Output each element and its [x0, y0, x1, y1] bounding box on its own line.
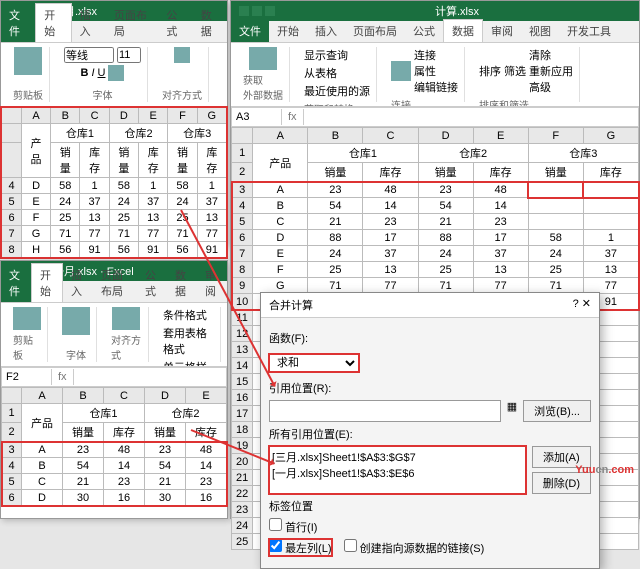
- toprow-check[interactable]: 首行(I): [269, 522, 317, 534]
- window-march: 三月.xlsx 文件 开始 插入 页面布局 公式 数据 剪贴板 B I U 字体…: [0, 0, 228, 245]
- font-label: 字体: [93, 87, 113, 102]
- align-icon[interactable]: [174, 47, 190, 63]
- from-table[interactable]: 从表格: [304, 65, 337, 81]
- qat[interactable]: [239, 6, 275, 16]
- sheet-b[interactable]: ABCDE 1产品仓库1仓库2 2销量库存销量库存 3A23482348 4B5…: [1, 387, 227, 506]
- list-item[interactable]: [三月.xlsx]Sheet1!$A$3:$G$7: [272, 449, 523, 465]
- window-jan: 一月.xlsx · Excel 文件 开始 插入 页面布局 公式 数据 审阅 剪…: [0, 260, 228, 519]
- group-font: B I U 字体: [58, 47, 148, 102]
- close-icon[interactable]: ✕: [582, 298, 591, 310]
- table-format[interactable]: 套用表格格式: [163, 325, 214, 357]
- tab-file[interactable]: 文件: [231, 20, 269, 42]
- name-box[interactable]: F2: [2, 369, 52, 385]
- clipboard-label: 剪贴板: [13, 87, 43, 102]
- table-row: 4D581581581: [2, 178, 227, 194]
- table-row: 6D30163016: [2, 490, 227, 506]
- tab-file[interactable]: 文件: [1, 4, 35, 42]
- watermark: Yuucn.com: [575, 456, 634, 479]
- table-row: 3A23482348: [2, 442, 227, 458]
- table-row: 8F251325132513: [232, 262, 639, 278]
- browse-button[interactable]: 浏览(B)...: [523, 400, 591, 422]
- formula-bar-c[interactable]: A3 fx: [231, 107, 639, 127]
- paste-icon[interactable]: [13, 307, 41, 330]
- all-refs-label: 所有引用位置(E):: [269, 429, 353, 441]
- table-row: 3A23482348: [232, 182, 639, 198]
- show-queries[interactable]: 显示查询: [304, 47, 348, 63]
- ribbon-a: 剪贴板 B I U 字体 对齐方式: [1, 43, 227, 107]
- dialog-title: 合并计算: [269, 297, 313, 313]
- tab-layout[interactable]: 页面布局: [93, 264, 137, 302]
- font-size[interactable]: [117, 47, 141, 63]
- help-icon[interactable]: ?: [573, 298, 579, 310]
- ribbon-tabs-a: 文件 开始 插入 页面布局 公式 数据: [1, 21, 227, 43]
- refresh-icon[interactable]: [391, 61, 411, 81]
- table-row: 8H569156915691: [2, 242, 227, 258]
- cell-style[interactable]: 单元格样式: [163, 359, 214, 367]
- tab-file[interactable]: 文件: [1, 264, 31, 302]
- range-picker-icon[interactable]: ▦: [507, 400, 517, 422]
- leftcol-check[interactable]: 最左列(L): [269, 539, 332, 556]
- table-row: 7E243724372437: [232, 246, 639, 262]
- window-title: 计算.xlsx: [435, 3, 479, 19]
- font-controls[interactable]: B I U: [81, 65, 125, 81]
- tab-start[interactable]: 开始: [269, 20, 307, 42]
- ribbon-b: 剪贴板 字体 对齐方式 条件格式 套用表格格式 单元格样式: [1, 303, 227, 367]
- dialog-titlebar[interactable]: 合并计算 ? ✕: [261, 293, 599, 318]
- table-row: 4B54145414: [232, 198, 639, 214]
- tab-dev[interactable]: 开发工具: [559, 20, 619, 42]
- reference-input[interactable]: [269, 400, 501, 422]
- tab-layout[interactable]: 页面布局: [345, 20, 405, 42]
- consolidate-dialog: 合并计算 ? ✕ 函数(F): 求和 引用位置(R): ▦ 浏览(B)... 所…: [260, 292, 600, 569]
- tab-data[interactable]: 数据: [167, 264, 197, 302]
- table-row: 4B54145414: [2, 458, 227, 474]
- tab-start[interactable]: 开始: [35, 3, 71, 42]
- tab-formula[interactable]: 公式: [405, 20, 443, 42]
- table-row: 5C21232123: [2, 474, 227, 490]
- function-label: 函数(F):: [269, 333, 308, 345]
- table-row: 5C21232123: [232, 214, 639, 230]
- group-align: 对齐方式: [156, 47, 209, 102]
- table-row: 6F251325132513: [2, 210, 227, 226]
- font-icon[interactable]: [62, 307, 90, 335]
- align-icon[interactable]: [112, 307, 140, 330]
- tab-start[interactable]: 开始: [31, 263, 63, 302]
- getdata-icon[interactable]: [249, 47, 277, 70]
- formula-bar-b[interactable]: F2 fx: [1, 367, 227, 387]
- recent-sources[interactable]: 最近使用的源: [304, 83, 370, 99]
- tab-formula[interactable]: 公式: [137, 264, 167, 302]
- titlebar-c[interactable]: 计算.xlsx: [231, 1, 639, 21]
- tab-insert[interactable]: 插入: [307, 20, 345, 42]
- tab-formula[interactable]: 公式: [158, 4, 192, 42]
- tab-layout[interactable]: 页面布局: [106, 4, 159, 42]
- tab-data[interactable]: 数据: [193, 4, 227, 42]
- tab-view[interactable]: 视图: [521, 20, 559, 42]
- tab-insert[interactable]: 插入: [72, 4, 106, 42]
- label-position: 标签位置: [269, 501, 313, 513]
- align-label: 对齐方式: [162, 87, 202, 102]
- fx-icon[interactable]: fx: [52, 369, 74, 385]
- tab-data[interactable]: 数据: [443, 19, 483, 42]
- group-clipboard: 剪贴板: [7, 47, 50, 102]
- cond-format[interactable]: 条件格式: [163, 307, 207, 323]
- table-row: 6D88178817581: [232, 230, 639, 246]
- ribbon-tabs-b: 文件 开始 插入 页面布局 公式 数据 审阅: [1, 281, 227, 303]
- tab-review[interactable]: 审阅: [483, 20, 521, 42]
- function-select[interactable]: 求和: [269, 354, 359, 372]
- border-icon[interactable]: [108, 65, 124, 81]
- result-range[interactable]: 3A23482348 4B54145414 5C21232123 6D88178…: [232, 182, 639, 310]
- font-name[interactable]: [64, 47, 114, 63]
- name-box[interactable]: A3: [232, 109, 282, 125]
- all-refs-list[interactable]: [三月.xlsx]Sheet1!$A$3:$G$7 [一月.xlsx]Sheet…: [269, 446, 526, 494]
- ribbon-tabs-c: 文件 开始 插入 页面布局 公式 数据 审阅 视图 开发工具: [231, 21, 639, 43]
- table-row: 5E243724372437: [2, 194, 227, 210]
- ribbon-c: 获取 外部数据 显示查询 从表格 最近使用的源 获取和转换 连接属性编辑链接 连…: [231, 43, 639, 107]
- list-item[interactable]: [一月.xlsx]Sheet1!$A$3:$E$6: [272, 465, 523, 481]
- fx-icon[interactable]: fx: [282, 109, 304, 125]
- paste-icon[interactable]: [14, 47, 42, 75]
- tab-insert[interactable]: 插入: [63, 264, 93, 302]
- link-check[interactable]: 创建指向源数据的链接(S): [344, 539, 485, 556]
